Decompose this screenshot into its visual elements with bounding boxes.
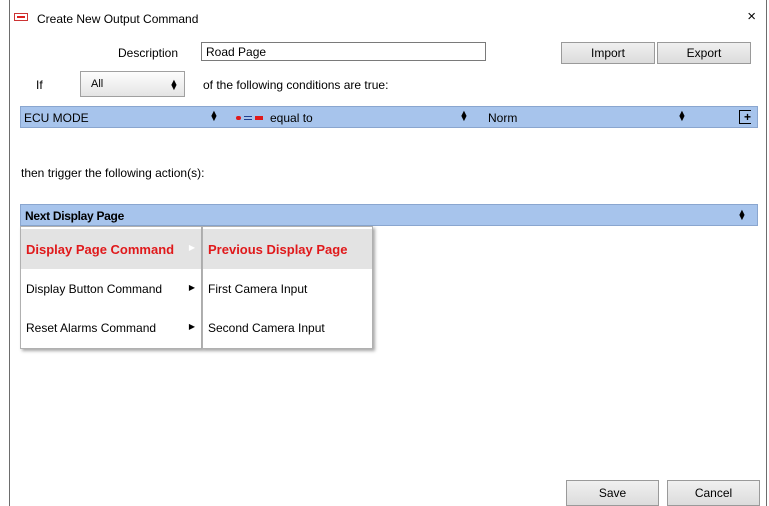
- actions-intro: then trigger the following action(s):: [21, 166, 205, 180]
- submenu-item-second-camera-input[interactable]: Second Camera Input: [203, 308, 372, 348]
- operator-icon: [236, 116, 268, 120]
- condition-row[interactable]: ECU MODE ▲ ▼ equal to ▲ ▼ Norm ▲ ▼ +: [20, 106, 758, 128]
- window-title: Create New Output Command: [37, 12, 199, 26]
- submenu-arrow-icon: ▶: [188, 283, 195, 292]
- match-select-value: All: [91, 78, 104, 90]
- submenu-item-label: Second Camera Input: [208, 321, 325, 335]
- description-label: Description: [118, 46, 179, 60]
- action-row[interactable]: Next Display Page ▲ ▼: [20, 204, 758, 226]
- import-button[interactable]: Import: [561, 42, 655, 64]
- menu-item-display-page-command[interactable]: Display Page Command ▶: [21, 229, 201, 269]
- menu-item-label: Display Button Command: [26, 282, 163, 296]
- condition-operator[interactable]: equal to: [270, 111, 313, 125]
- app-logo-icon: [14, 13, 28, 21]
- submenu-item-label: First Camera Input: [208, 282, 308, 296]
- if-label: If: [36, 78, 43, 92]
- condition-channel[interactable]: ECU MODE: [24, 111, 89, 125]
- close-icon[interactable]: ×: [747, 9, 756, 24]
- add-condition-icon[interactable]: +: [739, 110, 751, 124]
- submenu-item-previous-display-page[interactable]: Previous Display Page: [203, 229, 372, 269]
- menu-item-reset-alarms-command[interactable]: Reset Alarms Command ▶: [21, 308, 201, 348]
- save-button[interactable]: Save: [566, 480, 659, 506]
- conditions-text: of the following conditions are true:: [203, 78, 389, 92]
- match-select[interactable]: All ▲ ▼: [80, 71, 185, 97]
- menu-item-label: Display Page Command: [26, 242, 175, 257]
- action-selected[interactable]: Next Display Page: [25, 209, 124, 223]
- condition-value[interactable]: Norm: [488, 111, 517, 125]
- submenu-arrow-icon: ▶: [188, 322, 195, 331]
- action-arrows-icon[interactable]: ▲ ▼: [737, 208, 747, 222]
- cancel-button[interactable]: Cancel: [667, 480, 760, 506]
- description-input[interactable]: [201, 42, 486, 61]
- menu-item-label: Reset Alarms Command: [26, 321, 157, 335]
- select-arrows-icon: ▲ ▼: [169, 77, 179, 92]
- action-submenu: Previous Display Page First Camera Input…: [202, 226, 373, 349]
- submenu-item-label: Previous Display Page: [208, 242, 348, 257]
- export-button[interactable]: Export: [657, 42, 751, 64]
- channel-arrows-icon[interactable]: ▲ ▼: [209, 109, 219, 123]
- operator-arrows-icon[interactable]: ▲ ▼: [459, 109, 469, 123]
- action-menu: Display Page Command ▶ Display Button Co…: [20, 226, 202, 349]
- value-arrows-icon[interactable]: ▲ ▼: [677, 109, 687, 123]
- dialog-window: Create New Output Command × Description …: [9, 0, 767, 506]
- title-bar: Create New Output Command ×: [10, 0, 766, 32]
- submenu-item-first-camera-input[interactable]: First Camera Input: [203, 269, 372, 309]
- submenu-arrow-icon: ▶: [188, 243, 195, 252]
- menu-item-display-button-command[interactable]: Display Button Command ▶: [21, 269, 201, 309]
